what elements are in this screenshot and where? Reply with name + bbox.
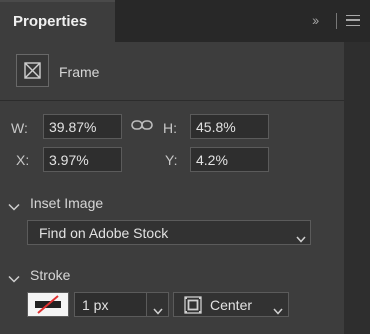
section-divider	[0, 100, 344, 101]
chevron-down-icon	[296, 230, 306, 248]
stroke-chevron-down-icon[interactable]	[8, 270, 20, 288]
stroke-section-title[interactable]: Stroke	[30, 267, 70, 283]
chevron-down-icon	[273, 302, 283, 320]
frame-placeholder-icon	[16, 54, 49, 87]
stroke-center-align-icon	[184, 296, 202, 319]
inset-image-dropdown[interactable]: Find on Adobe Stock	[27, 220, 311, 245]
panel-scrollbar[interactable]	[344, 42, 370, 334]
height-input[interactable]: 45.8%	[190, 114, 269, 139]
inset-image-dropdown-value: Find on Adobe Stock	[39, 225, 169, 241]
properties-panel-body	[0, 42, 344, 334]
inset-image-chevron-down-icon[interactable]	[8, 198, 20, 216]
y-position-input[interactable]: 4.2%	[190, 147, 269, 172]
stroke-align-value: Center	[210, 297, 253, 313]
width-label: W:	[11, 120, 28, 136]
object-type-label: Frame	[59, 64, 100, 80]
stroke-width-value: 1 px	[82, 297, 109, 313]
hamburger-menu-icon[interactable]	[346, 15, 360, 26]
x-position-input[interactable]: 3.97%	[43, 147, 122, 172]
chain-link-icon[interactable]	[131, 118, 153, 136]
y-label: Y:	[165, 152, 178, 168]
double-chevron-right-icon[interactable]: ››	[312, 12, 319, 28]
header-divider	[336, 13, 337, 29]
inset-image-section-title[interactable]: Inset Image	[30, 195, 103, 211]
stroke-width-input[interactable]: 1 px	[74, 292, 147, 317]
chevron-down-icon	[153, 302, 163, 320]
stroke-color-swatch[interactable]	[27, 292, 69, 317]
stroke-align-dropdown[interactable]: Center	[173, 292, 289, 317]
width-input[interactable]: 39.87%	[43, 114, 122, 139]
tab-properties[interactable]: Properties	[0, 0, 115, 42]
panel-header: Properties ››	[0, 0, 370, 42]
tab-properties-label: Properties	[13, 13, 88, 30]
height-label: H:	[163, 120, 177, 136]
stroke-width-dropdown-button[interactable]	[146, 292, 169, 317]
x-label: X:	[16, 152, 30, 168]
